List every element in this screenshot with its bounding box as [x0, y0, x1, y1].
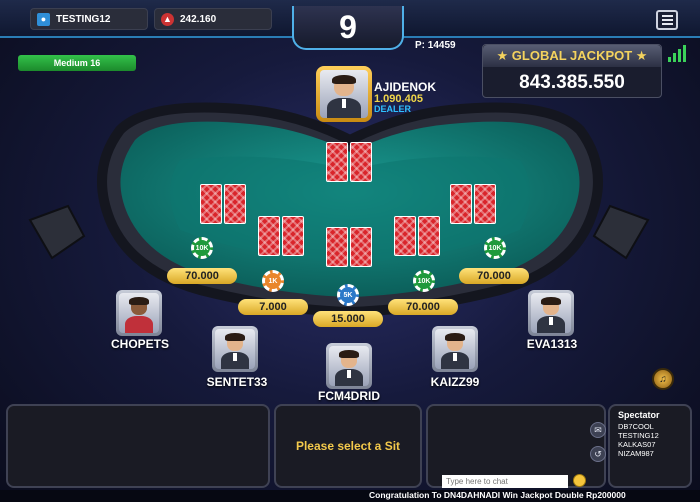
player-avatar[interactable] [116, 290, 162, 336]
ticker-text: Congratulation To DN4DAHNADI Win Jackpot… [369, 490, 626, 500]
player-card [350, 227, 372, 267]
player-avatar[interactable] [326, 343, 372, 389]
player-avatar[interactable] [212, 326, 258, 372]
player-card [282, 216, 304, 256]
spectator-panel: Spectator DB7COOL TESTING12 KALKAS07 NIZ… [608, 404, 692, 488]
player-card [326, 227, 348, 267]
jackpot-value: 843.385.550 [519, 72, 625, 93]
jackpot-title: ★ GLOBAL JACKPOT ★ [483, 45, 661, 67]
player-card [200, 184, 222, 224]
dealer-card [326, 142, 348, 182]
bet-chip: 10K [484, 237, 506, 259]
seat-prompt-panel: Please select a Sit [274, 404, 422, 488]
player-card [394, 216, 416, 256]
dealer-avatar [316, 66, 372, 122]
empty-chair-left[interactable] [24, 200, 90, 266]
player-count: P: 14459 [415, 40, 456, 51]
spectator-name: DB7COOL [618, 422, 654, 431]
seat-name: KAIZZ99 [430, 375, 480, 389]
chat-panel [426, 404, 606, 488]
player-card [258, 216, 280, 256]
emoji-icon[interactable] [573, 474, 586, 487]
player-card [418, 216, 440, 256]
bet-amount: 70.000 [388, 299, 458, 315]
select-seat-text: Please select a Sit [295, 439, 401, 453]
player-avatar[interactable] [528, 290, 574, 336]
player-card [450, 184, 472, 224]
signal-icon [668, 44, 688, 62]
menu-icon [661, 15, 673, 17]
dealer-name: AJIDENOK [374, 80, 437, 94]
player-avatar[interactable] [432, 326, 478, 372]
bet-amount: 70.000 [167, 268, 237, 284]
menu-button[interactable] [656, 10, 678, 30]
sound-icon[interactable]: ♫ [652, 368, 674, 390]
room-number: 9 [292, 6, 404, 50]
action-panel [6, 404, 270, 488]
dealer-card [350, 142, 372, 182]
spectator-name: TESTING12 [618, 431, 659, 440]
history-icon[interactable]: ↺ [590, 446, 606, 462]
player-card [474, 184, 496, 224]
bet-chip: 10K [191, 237, 213, 259]
spectator-name: NIZAM987 [618, 449, 654, 458]
bet-amount: 15.000 [313, 311, 383, 327]
user-icon: ● [37, 12, 50, 26]
username: TESTING12 [56, 13, 111, 25]
game-stage: ● TESTING12 ▲ 242.160 9 P: 14459 Medium … [0, 0, 700, 502]
spectator-name: KALKAS07 [618, 440, 656, 449]
bet-chip: 5K [337, 284, 359, 306]
chip-balance: ▲ 242.160 [154, 8, 272, 30]
chat-input[interactable] [442, 475, 568, 488]
user-info: ● TESTING12 [30, 8, 148, 30]
chat-bubble-icon[interactable]: ✉ [590, 422, 606, 438]
seat-name: SENTET33 [206, 375, 268, 389]
bet-chip: 10K [413, 270, 435, 292]
bet-amount: 70.000 [459, 268, 529, 284]
bet-amount: 7.000 [238, 299, 308, 315]
dealer-label: DEALER [374, 104, 412, 114]
seat-name: EVA1313 [526, 337, 578, 351]
chip-icon: ▲ [161, 12, 174, 26]
player-card [224, 184, 246, 224]
empty-chair-right[interactable] [588, 200, 654, 266]
chip-amount: 242.160 [180, 13, 217, 25]
seat-name: CHOPETS [110, 337, 169, 351]
seat-name: FCM4DRID [318, 389, 380, 403]
spectator-title: Spectator [618, 410, 660, 420]
global-jackpot: ★ GLOBAL JACKPOT ★ 843.385.550 [482, 44, 662, 98]
room-level-badge: Medium 16 [18, 55, 136, 71]
news-ticker: Congratulation To DN4DAHNADI Win Jackpot… [0, 490, 700, 502]
bet-chip: 1K [262, 270, 284, 292]
